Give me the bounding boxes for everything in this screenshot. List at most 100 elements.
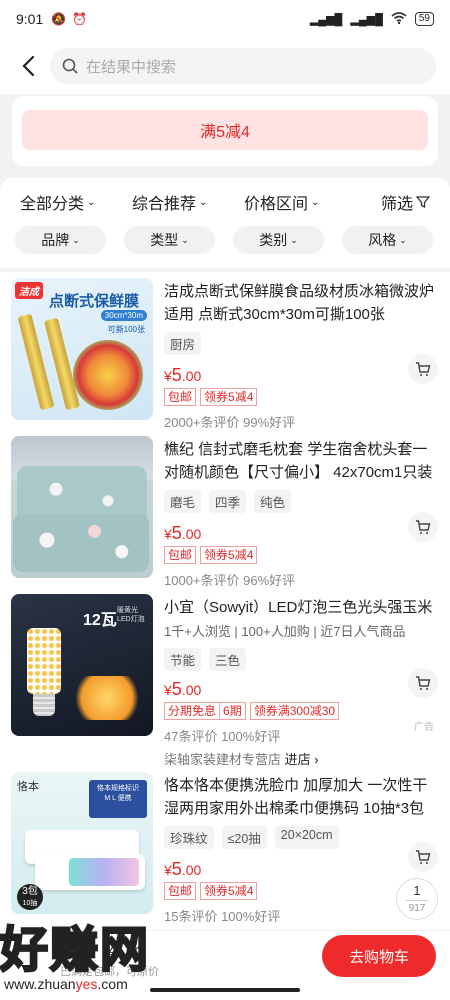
thumb-note: 可撕100张 <box>107 325 145 334</box>
promo-tag: 包邮 <box>164 882 197 900</box>
clock: 9:01 <box>16 11 44 27</box>
page-indicator[interactable]: 1 917 <box>396 878 438 920</box>
product-card[interactable]: 洁成 点断式保鲜膜 30cm*30m 可撕100张 洁成点断式保鲜膜食品级材质冰… <box>0 272 450 430</box>
filter-button[interactable]: 筛选 <box>381 190 430 214</box>
brand-logo: 洁成 <box>15 282 43 299</box>
product-tag: 纯色 <box>254 490 292 513</box>
chevron-down-icon: ⌄ <box>72 234 80 245</box>
product-image[interactable]: 恪本 恪本规格标识 M L 便携 3包 10抽 <box>11 772 153 914</box>
add-to-cart-button[interactable] <box>408 842 438 872</box>
product-image[interactable]: 洁成 点断式保鲜膜 30cm*30m 可撕100张 <box>11 278 153 420</box>
chevron-down-icon: ⌄ <box>181 234 189 245</box>
review-stats: 47条评价 100%好评 <box>164 729 281 744</box>
search-icon <box>62 58 78 74</box>
filter-bar: 全部分类 ⌄ 综合推荐 ⌄ 价格区间 ⌄ 筛选 品牌 ⌄ 类型 ⌄ 类别 ⌄ 风格 ⌄ <box>0 178 450 268</box>
thumb-headline: 点断式保鲜膜 <box>49 293 140 310</box>
bulb-body <box>27 628 61 694</box>
chevron-left-icon <box>22 55 35 77</box>
chip-label: 品牌 <box>41 232 70 248</box>
price-symbol: ¥ <box>164 682 172 698</box>
status-bar: 9:01 🔕 ⏰ ▂▄▆█ ▂▄▆█ 59 <box>0 0 450 38</box>
watermark-text: 好赚网 <box>0 921 151 980</box>
add-to-cart-button[interactable] <box>408 354 438 384</box>
thumb-power: 12瓦 <box>83 612 117 629</box>
promo-banner: 满5减4 <box>12 96 438 166</box>
product-title[interactable]: 樵纪 信封式磨毛枕套 学生宿舍枕头套一对随机颜色【尺寸偏小】 42x70cm1只… <box>164 438 436 484</box>
battery-icon: 59 <box>414 12 434 26</box>
price-dec: .00 <box>181 526 202 542</box>
count-badge: 3包 10抽 <box>17 884 43 910</box>
product-card[interactable]: 12瓦 暖黄光 LED灯泡 小宜（Sowyit）LED灯泡三色光头强玉米吊...… <box>0 588 450 767</box>
sort-recommend[interactable]: 综合推荐 ⌄ <box>132 190 244 214</box>
chevron-down-icon: ⌄ <box>199 196 208 208</box>
alarm-icon: ⏰ <box>72 12 88 26</box>
cart-icon <box>416 850 431 864</box>
price-int: 5 <box>171 679 182 699</box>
product-card[interactable]: 恪本 恪本规格标识 M L 便携 3包 10抽 恪本恪本便携洗脸巾 加厚加大 一次性… <box>0 766 450 924</box>
add-to-cart-button[interactable] <box>408 512 438 542</box>
page-total: 917 <box>406 900 428 917</box>
price-symbol: ¥ <box>164 862 172 878</box>
promo-tag: 包邮 <box>164 546 197 564</box>
review-stats: 2000+条评价 99%好评 <box>164 415 296 430</box>
sort-price-range[interactable]: 价格区间 ⌄ <box>244 190 369 214</box>
coupon-tag: 领券5减4 <box>200 882 258 900</box>
product-price: ¥5.00 <box>164 859 436 880</box>
review-stats: 1000+条评价 96%好评 <box>164 573 296 588</box>
watermark-url-b: yes <box>75 976 98 992</box>
home-indicator[interactable] <box>150 988 300 992</box>
search-input[interactable]: 在结果中搜索 <box>50 48 436 84</box>
product-title[interactable]: 洁成点断式保鲜膜食品级材质冰箱微波炉适用 点断式30cm*30m可撕100张 <box>164 280 436 326</box>
chip-brand[interactable]: 品牌 ⌄ <box>15 226 106 254</box>
size-label-title: 恪本规格标识 <box>97 785 139 792</box>
cart-icon <box>416 362 431 376</box>
chip-label: 类别 <box>259 232 288 248</box>
size-label-sizes: M L 便携 <box>104 795 132 802</box>
price-int: 5 <box>171 859 182 879</box>
bulb-glow <box>71 676 143 720</box>
product-tag: 珍珠纹 <box>164 826 214 849</box>
sort-recommend-label: 综合推荐 <box>132 196 197 213</box>
price-symbol: ¥ <box>164 368 172 384</box>
chevron-down-icon: ⌄ <box>290 234 298 245</box>
product-tag: 节能 <box>164 648 202 671</box>
cart-icon <box>416 520 431 534</box>
filter-icon <box>416 196 430 209</box>
product-card[interactable]: 樵纪 信封式磨毛枕套 学生宿舍枕头套一对随机颜色【尺寸偏小】 42x70cm1只… <box>0 430 450 588</box>
back-button[interactable] <box>14 52 42 80</box>
product-tag: 三色 <box>209 648 247 671</box>
product-image[interactable]: 12瓦 暖黄光 LED灯泡 <box>11 594 153 736</box>
popularity-meta: 1千+人浏览 | 100+人加购 | 近7日人气商品 <box>164 624 406 639</box>
product-title[interactable]: 小宜（Sowyit）LED灯泡三色光头强玉米吊... <box>164 596 436 619</box>
food-plate <box>73 340 143 410</box>
product-price: ¥5.00 <box>164 523 436 544</box>
product-image[interactable] <box>11 436 153 578</box>
promo-banner-text[interactable]: 满5减4 <box>22 110 428 150</box>
installment-periods: 6期 <box>219 702 246 720</box>
chevron-down-icon: ⌄ <box>87 196 96 208</box>
search-bar: 在结果中搜索 <box>0 38 450 94</box>
coupon-tag: 领券5减4 <box>200 388 258 406</box>
chip-style[interactable]: 风格 ⌄ <box>342 226 433 254</box>
chip-type[interactable]: 类型 ⌄ <box>124 226 215 254</box>
go-to-cart-button[interactable]: 去购物车 <box>322 935 436 977</box>
shop-name: 柒轴家装建材专营店 <box>164 752 282 767</box>
chip-category[interactable]: 类别 ⌄ <box>233 226 324 254</box>
brand-logo: 恪本 <box>17 781 39 793</box>
product-title[interactable]: 恪本恪本便携洗脸巾 加厚加大 一次性干湿两用家用外出棉柔巾便携码 10抽*3包(… <box>164 774 436 820</box>
pillow <box>13 514 149 572</box>
product-tag: ≤20抽 <box>221 826 267 849</box>
price-int: 5 <box>171 365 182 385</box>
chip-label: 类型 <box>150 232 179 248</box>
review-stats: 15条评价 100%好评 <box>164 909 281 924</box>
watermark-url-c: .com <box>97 976 128 992</box>
sort-all-categories[interactable]: 全部分类 ⌄ <box>20 190 132 214</box>
mute-icon: 🔕 <box>51 12 67 26</box>
installment-tag: 分期免息 <box>164 702 220 720</box>
add-to-cart-button[interactable] <box>408 668 438 698</box>
product-tag: 厨房 <box>164 332 202 355</box>
price-symbol: ¥ <box>164 526 172 542</box>
sort-price-label: 价格区间 <box>244 196 309 213</box>
enter-shop-link[interactable]: 进店 › <box>285 752 319 767</box>
chip-label: 风格 <box>368 232 397 248</box>
